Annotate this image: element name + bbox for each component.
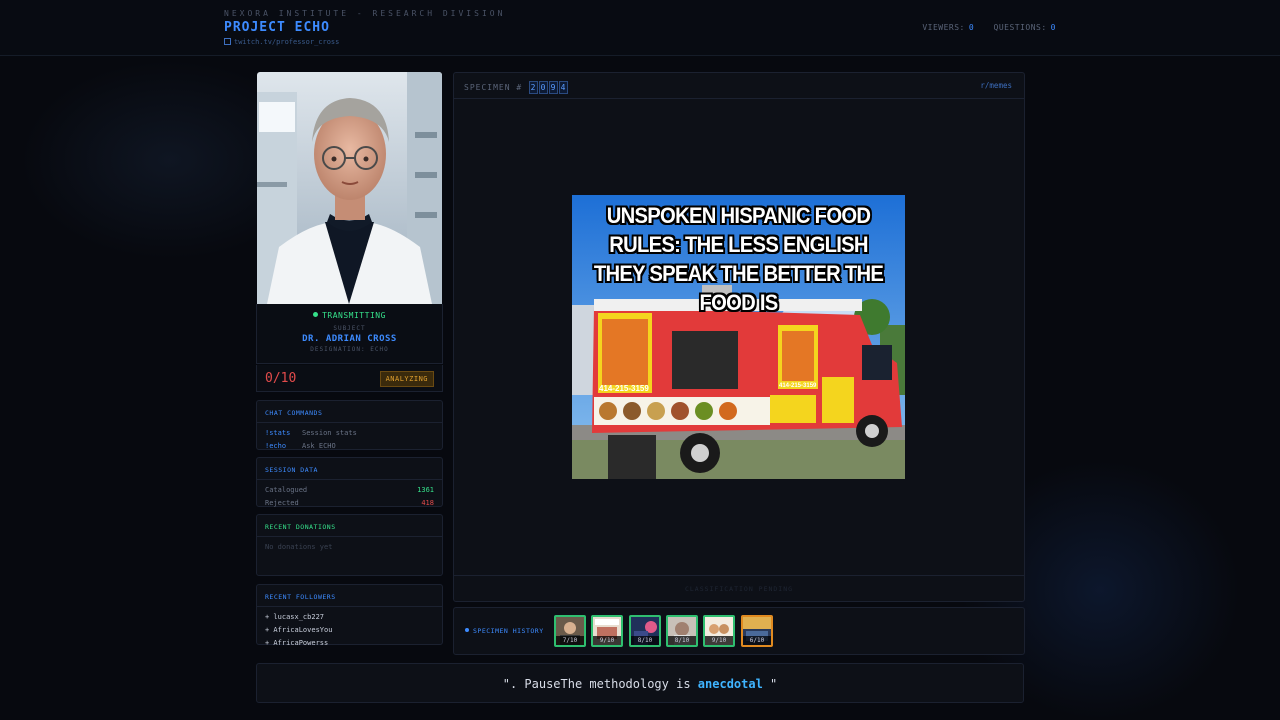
history-thumb[interactable]: 6/10 <box>741 615 773 647</box>
history-thumb[interactable]: 9/10 <box>591 615 623 647</box>
twitch-icon <box>224 38 231 45</box>
history-score: 6/10 <box>743 636 771 645</box>
follower-item: + AfricaLovesYou <box>265 626 333 634</box>
viewers-count: 0 <box>968 23 975 32</box>
chat-commands-title: CHAT COMMANDS <box>257 401 442 423</box>
quote-suffix: " <box>762 677 778 691</box>
session-data-panel: SESSION DATA Catalogued 1361 Rejected 41… <box>256 457 443 507</box>
command-name: !echo <box>265 442 287 450</box>
command-row: !stats Session stats <box>257 427 442 440</box>
truck-phone-left: 414-215-3159 <box>599 384 649 393</box>
catalogued-value: 1361 <box>417 486 434 494</box>
subject-info: TRANSMITTING SUBJECT DR. ADRIAN CROSS DE… <box>256 304 443 364</box>
donations-panel: RECENT DONATIONS No donations yet <box>256 514 443 576</box>
meme-caption: UNSPOKEN HISPANIC FOOD RULES: THE LESS E… <box>593 203 884 315</box>
command-desc: Session stats <box>302 429 357 437</box>
history-score: 7/10 <box>556 636 584 645</box>
quote-highlight: anecdotal <box>697 677 763 691</box>
score-row: 0/10 ANALYZING <box>256 365 443 392</box>
chat-commands-panel: CHAT COMMANDS !stats Session stats !echo A… <box>256 400 443 450</box>
stream-link-text: twitch.tv/professor_cross <box>234 38 340 46</box>
stream-stats: VIEWERS: 0 QUESTIONS: 0 <box>922 23 1056 32</box>
project-title: PROJECT ECHO <box>224 20 330 35</box>
analyzing-badge: ANALYZING <box>379 371 434 387</box>
history-dot-icon <box>465 628 469 632</box>
current-score: 0/10 <box>265 371 297 386</box>
truck-phone-right: 414-215-3159 <box>779 383 817 389</box>
subject-designation: DESIGNATION: ECHO <box>310 346 389 353</box>
specimen-digit: 4 <box>559 81 568 94</box>
history-score: 9/10 <box>705 636 733 645</box>
rejected-row: Rejected 418 <box>257 497 442 510</box>
rejected-label: Rejected <box>265 499 299 507</box>
history-thumb[interactable]: 7/10 <box>554 615 586 647</box>
follower-item: + lucasx_cb227 <box>265 613 325 621</box>
command-row: !echo Ask ECHO <box>257 440 442 453</box>
specimen-digit: 9 <box>549 81 558 94</box>
command-desc: Ask ECHO <box>302 442 336 450</box>
history-label-text: SPECIMEN HISTORY <box>473 627 544 635</box>
rejected-value: 418 <box>421 499 434 507</box>
catalogued-row: Catalogued 1361 <box>257 484 442 497</box>
viewers-label: VIEWERS: <box>922 23 965 32</box>
follower-item: + AfricaPowerss <box>265 639 329 647</box>
subject-label: SUBJECT <box>333 325 366 332</box>
questions-label: QUESTIONS: <box>993 23 1047 32</box>
specimen-digit: 0 <box>539 81 548 94</box>
subject-portrait <box>257 72 442 304</box>
meme-image: 414-215-3159 414-215-3159 UNSPOKEN HISPA… <box>572 195 905 479</box>
live-dot-icon <box>313 312 319 317</box>
history-score: 8/10 <box>668 636 696 645</box>
echo-quote: ". PauseThe methodology is anecdotal " <box>256 663 1024 703</box>
donations-empty: No donations yet <box>265 543 333 551</box>
transmitting-status: TRANSMITTING <box>257 311 442 320</box>
classification-status: CLASSIFICATION PENDING <box>454 575 1024 601</box>
specimen-label: SPECIMEN # <box>464 83 523 92</box>
top-header: NEXORA INSTITUTE - RESEARCH DIVISION PRO… <box>0 0 1280 56</box>
subject-name: DR. ADRIAN CROSS <box>302 334 397 344</box>
history-label: SPECIMEN HISTORY <box>465 627 544 635</box>
donations-title: RECENT DONATIONS <box>257 515 442 537</box>
specimen-digit: 2 <box>529 81 538 94</box>
specimen-header: SPECIMEN # 2094 r/memes <box>454 73 1024 99</box>
catalogued-label: Catalogued <box>265 486 308 494</box>
history-thumb[interactable]: 8/10 <box>666 615 698 647</box>
history-thumb[interactable]: 9/10 <box>703 615 735 647</box>
stream-link[interactable]: twitch.tv/professor_cross <box>224 38 339 46</box>
history-score: 8/10 <box>631 636 659 645</box>
quote-prefix: ". PauseThe methodology is <box>502 677 698 691</box>
specimen-number: SPECIMEN # 2094 <box>464 81 568 94</box>
followers-panel: RECENT FOLLOWERS + lucasx_cb227 + Africa… <box>256 584 443 647</box>
questions-count: 0 <box>1050 23 1056 32</box>
history-score: 9/10 <box>593 636 621 645</box>
status-text: TRANSMITTING <box>322 311 386 320</box>
command-name: !stats <box>265 429 291 437</box>
session-data-title: SESSION DATA <box>257 458 442 480</box>
specimen-source[interactable]: r/memes <box>980 81 1012 90</box>
history-thumb[interactable]: 8/10 <box>629 615 661 647</box>
followers-title: RECENT FOLLOWERS <box>257 585 442 607</box>
org-name: NEXORA INSTITUTE - RESEARCH DIVISION <box>224 9 506 18</box>
